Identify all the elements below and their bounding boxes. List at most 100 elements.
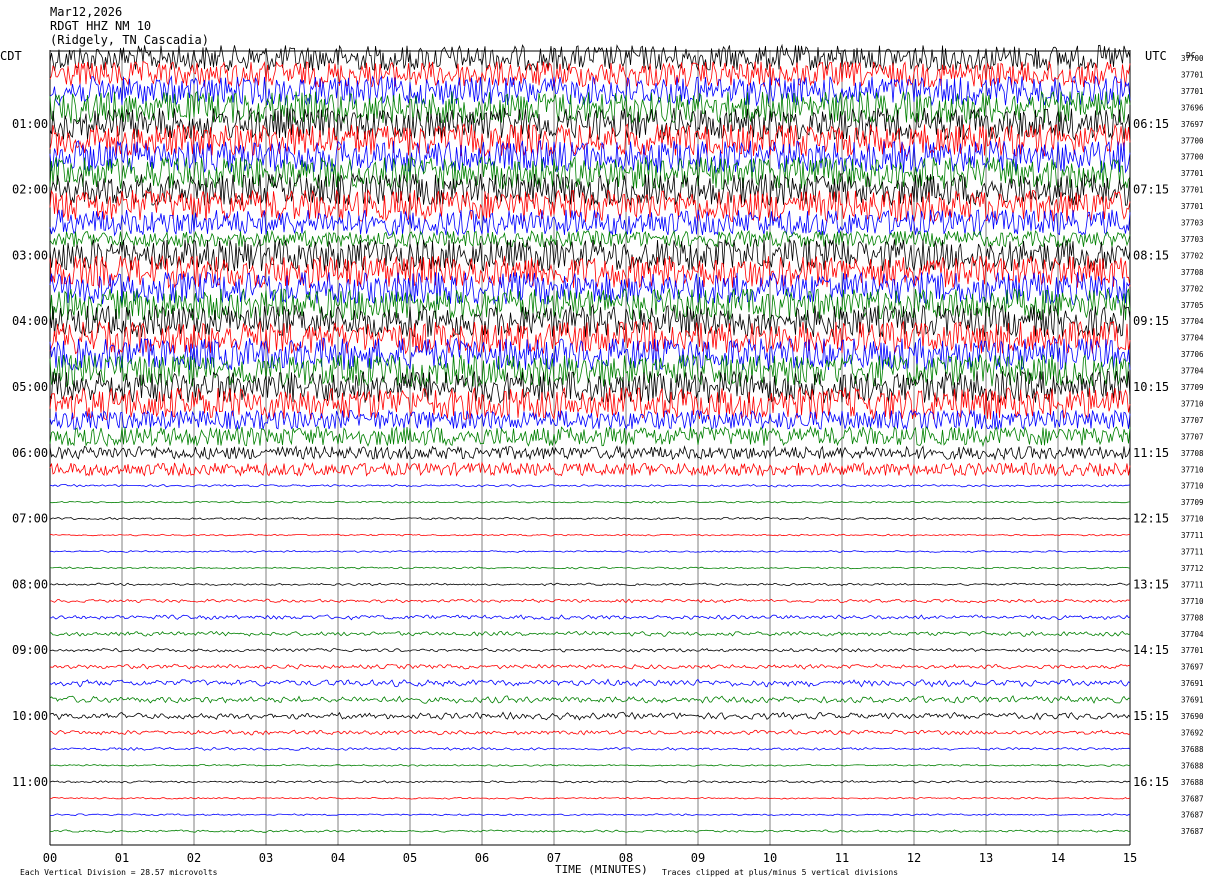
- dc-offset-label: 37708: [1181, 268, 1204, 277]
- dc-offset-label: 37688: [1181, 778, 1204, 787]
- dc-offset-label: 37701: [1181, 202, 1204, 211]
- trace-18: [49, 320, 1131, 356]
- right-hour-label: 08:15: [1133, 248, 1169, 262]
- trace-48: [49, 829, 1131, 833]
- x-tick-label: 15: [1123, 851, 1137, 865]
- dc-offset-label: 37696: [1181, 103, 1204, 112]
- trace-47: [49, 813, 1130, 817]
- dc-offset-label: 37692: [1181, 728, 1204, 737]
- right-timezone-label: UTC: [1145, 49, 1167, 63]
- left-timezone-label: CDT: [0, 49, 22, 63]
- dc-offset-label: 37703: [1181, 219, 1204, 228]
- left-hour-label: 10:00: [12, 709, 48, 723]
- trace-22: [49, 386, 1131, 421]
- dc-offset-label: 37707: [1181, 416, 1204, 425]
- dc-offset-label: 37691: [1181, 679, 1204, 688]
- trace-42: [49, 729, 1131, 736]
- dc-offset-label: 37687: [1181, 794, 1204, 803]
- dc-offset-label: 37700: [1181, 153, 1204, 162]
- x-tick-label: 02: [187, 851, 201, 865]
- dc-offset-label: 37691: [1181, 696, 1204, 705]
- trace-39: [49, 678, 1131, 688]
- dc-offset-label: 37711: [1181, 531, 1204, 540]
- trace-15: [49, 271, 1131, 305]
- dc-offset-label: 37710: [1181, 399, 1204, 408]
- x-tick-label: 00: [43, 851, 57, 865]
- left-hour-label: 05:00: [12, 380, 48, 394]
- dc-offset-label: 37704: [1181, 367, 1204, 376]
- trace-33: [49, 582, 1131, 587]
- dc-offset-label: 37703: [1181, 235, 1204, 244]
- right-hour-label: 13:15: [1133, 577, 1169, 591]
- left-hour-label: 07:00: [12, 512, 48, 526]
- trace-28: [49, 500, 1131, 504]
- x-tick-label: 10: [763, 851, 777, 865]
- dc-offset-label: 37708: [1181, 613, 1204, 622]
- dc-offset-label: 37705: [1181, 301, 1204, 310]
- trace-31: [49, 550, 1131, 553]
- x-tick-label: 14: [1051, 851, 1065, 865]
- dc-offset-label: 37687: [1181, 827, 1204, 836]
- x-tick-label: 11: [835, 851, 849, 865]
- dc-offset-label: 37711: [1181, 548, 1204, 557]
- trace-40: [49, 695, 1131, 704]
- trace-27: [49, 483, 1131, 488]
- dc-offset-label: 37688: [1181, 745, 1204, 754]
- trace-44: [49, 763, 1131, 767]
- dc-offset-label: 37710: [1181, 482, 1204, 491]
- footer-scale-note: Each Vertical Division = 28.57 microvolt…: [20, 868, 218, 877]
- trace-11: [49, 209, 1131, 237]
- dc-offset-label: 37688: [1181, 761, 1204, 770]
- x-tick-label: 13: [979, 851, 993, 865]
- left-hour-label: 06:00: [12, 446, 48, 460]
- dc-offset-label: 37710: [1181, 515, 1204, 524]
- trace-16: [49, 287, 1131, 322]
- trace-23: [49, 409, 1131, 431]
- trace-46: [49, 796, 1131, 800]
- footer-clip-note: Traces clipped at plus/minus 5 vertical …: [662, 868, 898, 877]
- right-hour-label: 14:15: [1133, 643, 1169, 657]
- trace-34: [50, 598, 1131, 604]
- dc-offset-label: 37690: [1181, 712, 1204, 721]
- dc-offset-label: 37701: [1181, 186, 1204, 195]
- seismogram-plot: CDT UTC DC 01:0002:0003:0004:0005:0006:0…: [0, 43, 1204, 877]
- x-tick-label: 04: [331, 851, 345, 865]
- dc-offset-label: 37702: [1181, 284, 1204, 293]
- dc-offset-label: 37709: [1181, 383, 1204, 392]
- trace-29: [49, 516, 1131, 521]
- dc-offset-label: 37687: [1181, 811, 1204, 820]
- trace-25: [49, 445, 1131, 461]
- dc-offset-label: 37704: [1181, 630, 1204, 639]
- traces: [49, 43, 1131, 833]
- right-hour-label: 07:15: [1133, 183, 1169, 197]
- trace-35: [50, 614, 1131, 621]
- dc-offset-label: 37710: [1181, 465, 1204, 474]
- dc-offset-label: 37697: [1181, 663, 1204, 672]
- dc-offset-label: 37704: [1181, 334, 1204, 343]
- right-hour-label: 12:15: [1133, 512, 1169, 526]
- trace-38: [49, 663, 1131, 670]
- left-hour-label: 02:00: [12, 183, 48, 197]
- right-hour-label: 09:15: [1133, 314, 1169, 328]
- trace-36: [49, 630, 1131, 637]
- x-tick-label: 01: [115, 851, 129, 865]
- right-hour-label: 15:15: [1133, 709, 1169, 723]
- trace-19: [49, 336, 1131, 371]
- dc-offset-label: 37697: [1181, 120, 1204, 129]
- trace-45: [49, 780, 1131, 784]
- right-hour-label: 16:15: [1133, 775, 1169, 789]
- dc-offset-label: 37704: [1181, 317, 1204, 326]
- x-tick-label: 03: [259, 851, 273, 865]
- right-hour-label: 10:15: [1133, 380, 1169, 394]
- x-tick-label: 06: [475, 851, 489, 865]
- trace-41: [49, 711, 1131, 721]
- dc-offset-label: 37706: [1181, 350, 1204, 359]
- dc-offset-label: 37707: [1181, 432, 1204, 441]
- dc-offset-label: 37701: [1181, 646, 1204, 655]
- right-hour-label: 11:15: [1133, 446, 1169, 460]
- left-hour-label: 01:00: [12, 117, 48, 131]
- left-hour-label: 04:00: [12, 314, 48, 328]
- left-hour-label: 03:00: [12, 248, 48, 262]
- dc-offset-label: 37710: [1181, 597, 1204, 606]
- trace-12: [49, 229, 1131, 249]
